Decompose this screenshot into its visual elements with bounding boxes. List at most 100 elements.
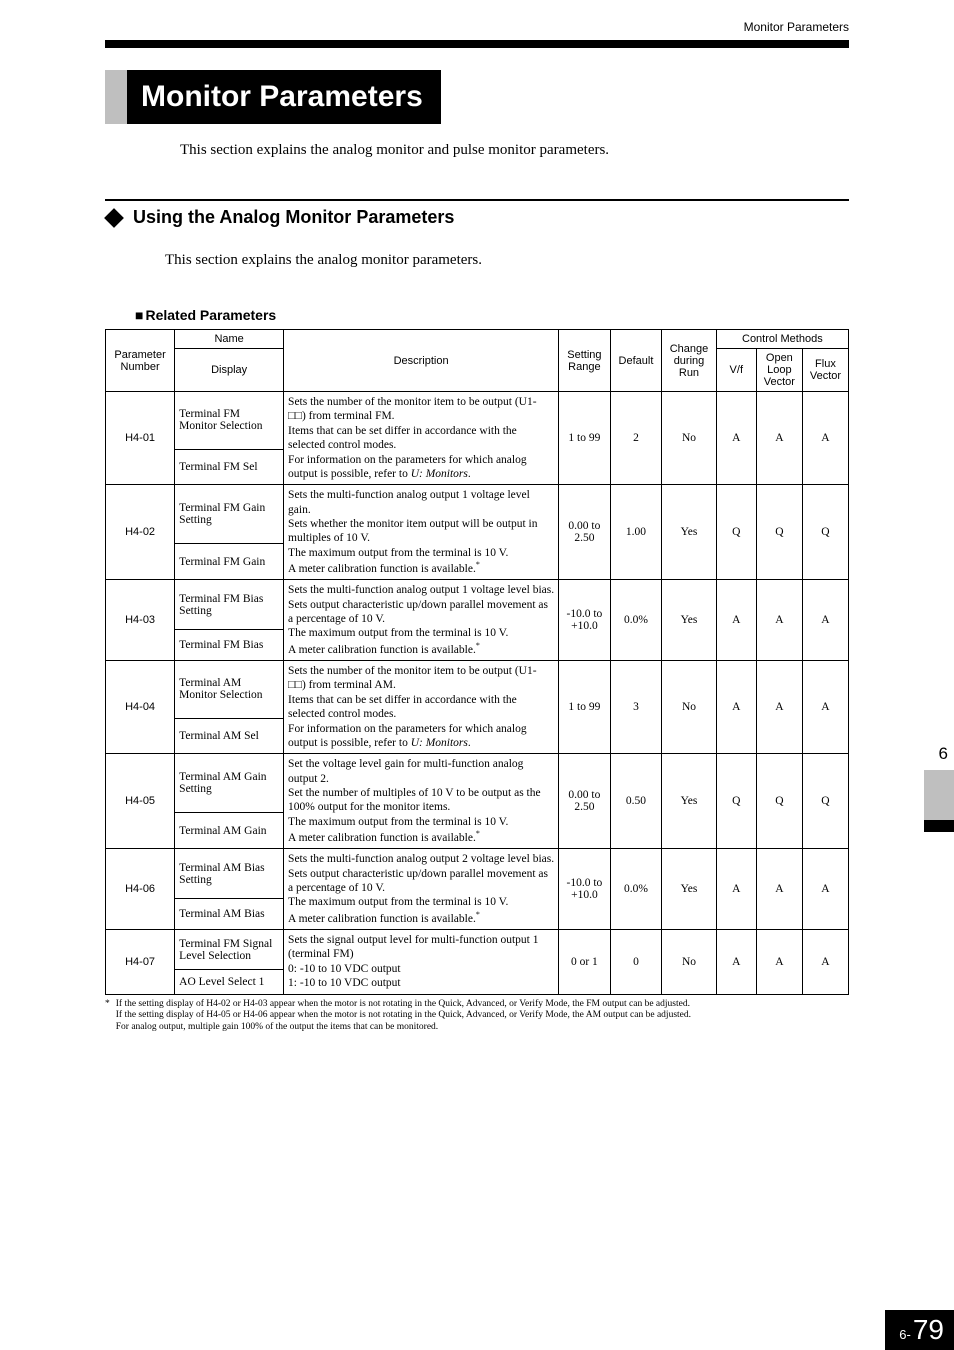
cell-change: Yes bbox=[662, 754, 716, 849]
th-display: Display bbox=[175, 349, 284, 392]
section-heading: Using the Analog Monitor Parameters bbox=[105, 207, 849, 228]
th-olv: Open Loop Vector bbox=[756, 349, 802, 392]
cell-description: Sets the multi-function analog output 2 … bbox=[284, 849, 559, 930]
th-default: Default bbox=[610, 330, 662, 392]
cell-param-no: H4-02 bbox=[106, 485, 175, 580]
cell-display: Terminal AM Bias bbox=[175, 899, 284, 930]
cell-setting-range: 0.00 to2.50 bbox=[559, 485, 611, 580]
cell-olv: Q bbox=[756, 754, 802, 849]
chapter-tab: 6 bbox=[924, 770, 954, 832]
th-name: Name bbox=[175, 330, 284, 349]
cell-change: No bbox=[662, 392, 716, 485]
cell-vf: Q bbox=[716, 485, 756, 580]
table-row: H4-03Terminal FM Bias SettingSets the mu… bbox=[106, 580, 849, 630]
cell-name: Terminal FM Gain Setting bbox=[175, 485, 284, 544]
section-rule bbox=[105, 199, 849, 201]
section-intro: This section explains the analog monitor… bbox=[165, 252, 849, 269]
section-heading-text: Using the Analog Monitor Parameters bbox=[133, 207, 454, 228]
cell-name: Terminal AM Monitor Selection bbox=[175, 661, 284, 719]
cell-olv: A bbox=[756, 580, 802, 661]
running-header: Monitor Parameters bbox=[744, 20, 849, 34]
header-rule bbox=[105, 40, 849, 48]
cell-description: Sets the multi-function analog output 1 … bbox=[284, 580, 559, 661]
cell-setting-range: -10.0 to+10.0 bbox=[559, 580, 611, 661]
cell-default: 1.00 bbox=[610, 485, 662, 580]
cell-setting-range: 1 to 99 bbox=[559, 392, 611, 485]
cell-param-no: H4-05 bbox=[106, 754, 175, 849]
cell-description: Sets the multi-function analog output 1 … bbox=[284, 485, 559, 580]
cell-name: Terminal FM Bias Setting bbox=[175, 580, 284, 630]
cell-vf: A bbox=[716, 392, 756, 485]
cell-vf: A bbox=[716, 661, 756, 754]
cell-olv: A bbox=[756, 849, 802, 930]
th-description: Description bbox=[284, 330, 559, 392]
cell-setting-range: 0.00 to2.50 bbox=[559, 754, 611, 849]
cell-display: Terminal FM Gain bbox=[175, 544, 284, 580]
cell-display: Terminal AM Gain bbox=[175, 813, 284, 849]
cell-default: 3 bbox=[610, 661, 662, 754]
cell-setting-range: -10.0 to+10.0 bbox=[559, 849, 611, 930]
cell-olv: Q bbox=[756, 485, 802, 580]
table-head: Parameter Number Name Description Settin… bbox=[106, 330, 849, 392]
cell-change: No bbox=[662, 661, 716, 754]
page-prefix: 6- bbox=[899, 1327, 911, 1342]
cell-change: Yes bbox=[662, 580, 716, 661]
cell-display: Terminal AM Sel bbox=[175, 718, 284, 753]
cell-fv: Q bbox=[802, 754, 848, 849]
cell-setting-range: 0 or 1 bbox=[559, 930, 611, 995]
black-tab bbox=[924, 820, 954, 832]
cell-olv: A bbox=[756, 930, 802, 995]
cell-fv: A bbox=[802, 661, 848, 754]
cell-fv: Q bbox=[802, 485, 848, 580]
cell-description: Sets the number of the monitor item to b… bbox=[284, 661, 559, 754]
cell-default: 2 bbox=[610, 392, 662, 485]
cell-display: Terminal FM Sel bbox=[175, 449, 284, 484]
table-row: H4-04Terminal AM Monitor SelectionSets t… bbox=[106, 661, 849, 719]
footnote-mark: * bbox=[105, 999, 110, 1035]
cell-fv: A bbox=[802, 580, 848, 661]
cell-default: 0.50 bbox=[610, 754, 662, 849]
cell-vf: A bbox=[716, 580, 756, 661]
cell-setting-range: 1 to 99 bbox=[559, 661, 611, 754]
cell-name: Terminal FM Signal Level Selection bbox=[175, 930, 284, 970]
cell-vf: Q bbox=[716, 754, 756, 849]
cell-olv: A bbox=[756, 392, 802, 485]
th-fv: Flux Vector bbox=[802, 349, 848, 392]
cell-default: 0.0% bbox=[610, 580, 662, 661]
th-vf: V/f bbox=[716, 349, 756, 392]
cell-description: Sets the number of the monitor item to b… bbox=[284, 392, 559, 485]
page-number: 79 bbox=[913, 1314, 944, 1346]
cell-param-no: H4-06 bbox=[106, 849, 175, 930]
table-row: H4-02Terminal FM Gain SettingSets the mu… bbox=[106, 485, 849, 544]
cell-description: Set the voltage level gain for multi-fun… bbox=[284, 754, 559, 849]
cell-fv: A bbox=[802, 930, 848, 995]
cell-default: 0.0% bbox=[610, 849, 662, 930]
chapter-number: 6 bbox=[939, 744, 948, 764]
cell-fv: A bbox=[802, 392, 848, 485]
cell-change: Yes bbox=[662, 849, 716, 930]
page-title: Monitor Parameters bbox=[127, 70, 441, 124]
cell-vf: A bbox=[716, 849, 756, 930]
cell-param-no: H4-07 bbox=[106, 930, 175, 995]
cell-description: Sets the signal output level for multi-f… bbox=[284, 930, 559, 995]
cell-olv: A bbox=[756, 661, 802, 754]
cell-param-no: H4-04 bbox=[106, 661, 175, 754]
cell-param-no: H4-03 bbox=[106, 580, 175, 661]
gray-tab bbox=[924, 770, 954, 820]
page-title-block: Monitor Parameters bbox=[105, 70, 849, 124]
page-intro: This section explains the analog monitor… bbox=[180, 142, 849, 159]
cell-vf: A bbox=[716, 930, 756, 995]
th-change: Change during Run bbox=[662, 330, 716, 392]
cell-name: Terminal AM Gain Setting bbox=[175, 754, 284, 813]
th-setting-range: Setting Range bbox=[559, 330, 611, 392]
cell-name: Terminal AM Bias Setting bbox=[175, 849, 284, 899]
subsection-heading: Related Parameters bbox=[135, 307, 849, 323]
table-row: H4-07Terminal FM Signal Level SelectionS… bbox=[106, 930, 849, 970]
cell-display: Terminal FM Bias bbox=[175, 630, 284, 661]
cell-change: No bbox=[662, 930, 716, 995]
parameter-table: Parameter Number Name Description Settin… bbox=[105, 329, 849, 995]
table-body: H4-01Terminal FM Monitor SelectionSets t… bbox=[106, 392, 849, 995]
footnote-text: If the setting display of H4-02 or H4-03… bbox=[116, 999, 691, 1035]
table-row: H4-06Terminal AM Bias SettingSets the mu… bbox=[106, 849, 849, 899]
th-control-methods: Control Methods bbox=[716, 330, 848, 349]
